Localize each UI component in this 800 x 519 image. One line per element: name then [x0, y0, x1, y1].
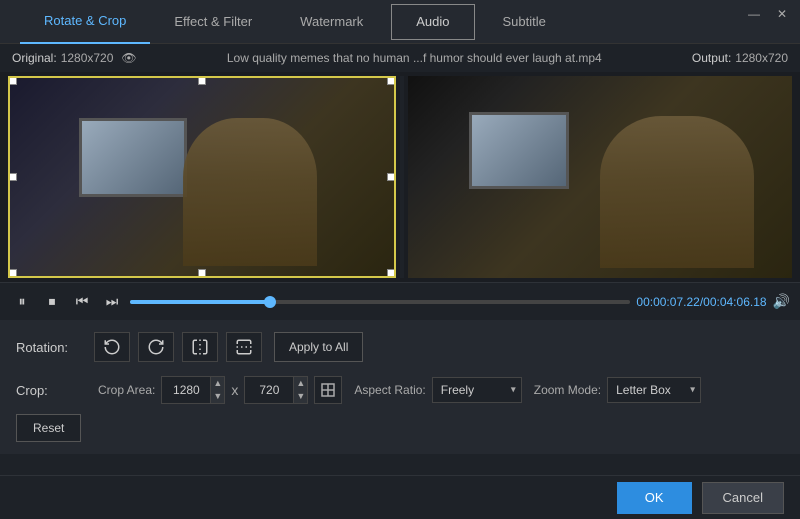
- aspect-ratio-group: Aspect Ratio: Freely 16:9 4:3 1:1 9:16: [354, 377, 521, 403]
- width-decrement-button[interactable]: ▼: [210, 390, 224, 403]
- filename-label: Low quality memes that no human ...f hum…: [137, 51, 692, 65]
- height-decrement-button[interactable]: ▼: [293, 390, 307, 403]
- zoom-mode-select-wrapper: Letter Box Pan & Scan Full: [607, 377, 701, 403]
- width-spinners: ▲ ▼: [210, 377, 224, 403]
- tab-audio[interactable]: Audio: [391, 4, 474, 40]
- output-label: Output:: [692, 51, 731, 65]
- left-video-panel[interactable]: [8, 76, 396, 278]
- title-bar: — ✕: [740, 0, 800, 28]
- aspect-ratio-label: Aspect Ratio:: [354, 383, 425, 397]
- flip-vertical-button[interactable]: [226, 332, 262, 362]
- person-silhouette-left: [183, 118, 317, 267]
- zoom-mode-group: Zoom Mode: Letter Box Pan & Scan Full: [534, 377, 701, 403]
- playback-bar: ⏸ ⏹ ⏮ ⏭ 00:00:07.22/00:04:06.18 🔊: [0, 282, 800, 320]
- cancel-button[interactable]: Cancel: [702, 482, 784, 514]
- height-increment-button[interactable]: ▲: [293, 377, 307, 390]
- rotation-row: Rotation:: [16, 332, 784, 362]
- bottom-bar: OK Cancel: [0, 475, 800, 519]
- aspect-ratio-select[interactable]: Freely 16:9 4:3 1:1 9:16: [432, 377, 522, 403]
- center-crop-button[interactable]: [314, 376, 342, 404]
- left-video-thumb: [10, 78, 394, 276]
- tab-subtitle[interactable]: Subtitle: [479, 0, 570, 44]
- crop-width-input[interactable]: [162, 377, 210, 403]
- time-total: 00:04:06.18: [703, 295, 766, 309]
- rotate-left-button[interactable]: [94, 332, 130, 362]
- zoom-mode-label: Zoom Mode:: [534, 383, 601, 397]
- stop-button[interactable]: ⏹: [40, 290, 64, 314]
- prev-frame-button[interactable]: ⏮: [70, 290, 94, 314]
- volume-icon[interactable]: 🔊: [773, 293, 790, 310]
- info-bar: Original: 1280x720 👁 Low quality memes t…: [0, 44, 800, 72]
- time-display: 00:00:07.22/00:04:06.18: [636, 295, 766, 309]
- time-current: 00:00:07.22: [636, 295, 699, 309]
- close-button[interactable]: ✕: [768, 0, 796, 28]
- reset-button[interactable]: Reset: [16, 414, 81, 442]
- play-button[interactable]: ⏸: [10, 290, 34, 314]
- ok-button[interactable]: OK: [617, 482, 692, 514]
- eye-icon[interactable]: 👁: [121, 51, 136, 65]
- height-spinners: ▲ ▼: [293, 377, 307, 403]
- flip-horizontal-button[interactable]: [182, 332, 218, 362]
- next-frame-button[interactable]: ⏭: [100, 290, 124, 314]
- minimize-button[interactable]: —: [740, 0, 768, 28]
- original-resolution: 1280x720: [61, 51, 114, 65]
- video-divider: [400, 76, 404, 278]
- right-video-thumb: [408, 76, 792, 278]
- video-area: [0, 72, 800, 282]
- output-resolution: 1280x720: [735, 51, 788, 65]
- zoom-mode-select[interactable]: Letter Box Pan & Scan Full: [607, 377, 701, 403]
- rotation-label: Rotation:: [16, 340, 86, 355]
- original-label: Original:: [12, 51, 57, 65]
- crop-height-input[interactable]: [245, 377, 293, 403]
- tab-rotate-crop[interactable]: Rotate & Crop: [20, 0, 150, 44]
- right-video-panel: [408, 76, 792, 278]
- crop-area-label: Crop Area:: [98, 383, 155, 397]
- controls-panel: Rotation:: [0, 320, 800, 454]
- tab-bar: Rotate & Crop Effect & Filter Watermark …: [0, 0, 800, 44]
- crop-label: Crop:: [16, 383, 86, 398]
- person-silhouette-right: [600, 116, 754, 268]
- apply-to-all-button[interactable]: Apply to All: [274, 332, 363, 362]
- progress-thumb: [264, 296, 276, 308]
- progress-fill: [130, 300, 270, 304]
- tv-screen-left: [79, 118, 187, 197]
- progress-track[interactable]: [130, 300, 630, 304]
- x-separator: x: [231, 382, 238, 398]
- crop-width-input-wrap: ▲ ▼: [161, 376, 225, 404]
- crop-row: Crop: Crop Area: ▲ ▼ x ▲ ▼: [16, 376, 784, 404]
- tv-screen-right: [469, 112, 569, 189]
- crop-height-input-wrap: ▲ ▼: [244, 376, 308, 404]
- crop-area-group: Crop Area: ▲ ▼ x ▲ ▼: [98, 376, 342, 404]
- aspect-ratio-select-wrapper: Freely 16:9 4:3 1:1 9:16: [432, 377, 522, 403]
- tab-effect-filter[interactable]: Effect & Filter: [150, 0, 276, 44]
- rotate-right-button[interactable]: [138, 332, 174, 362]
- width-increment-button[interactable]: ▲: [210, 377, 224, 390]
- tab-watermark[interactable]: Watermark: [276, 0, 387, 44]
